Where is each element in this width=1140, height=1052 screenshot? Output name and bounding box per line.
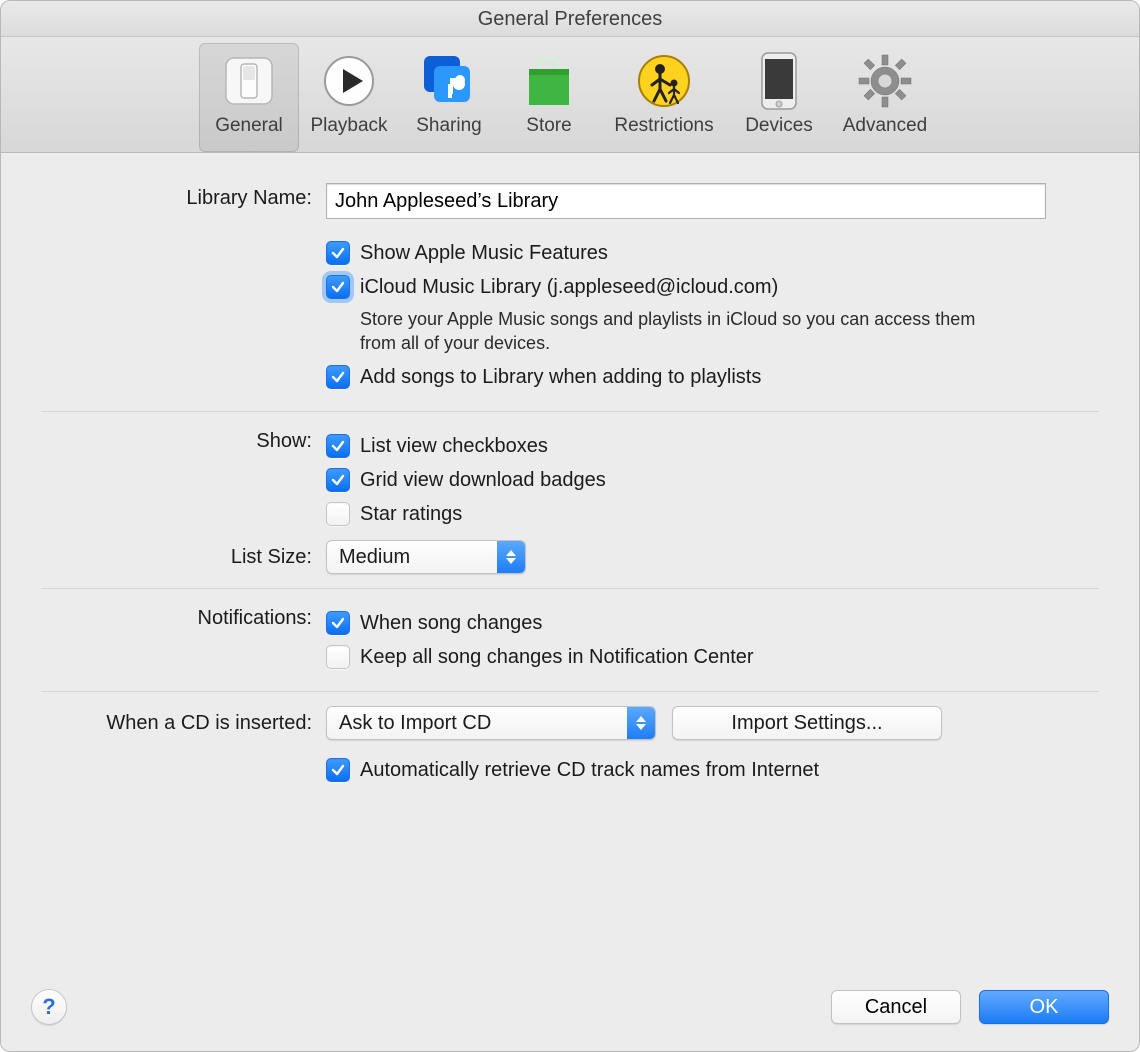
checkbox-icloud-library[interactable]	[326, 275, 350, 299]
checkbox-list-checkboxes-label: List view checkboxes	[360, 432, 548, 460]
checkbox-add-songs[interactable]	[326, 365, 350, 389]
checkbox-add-songs-label: Add songs to Library when adding to play…	[360, 363, 761, 391]
footer: ? Cancel OK	[1, 969, 1139, 1051]
sharing-icon	[417, 49, 481, 113]
tab-sharing[interactable]: Sharing	[399, 43, 499, 152]
devices-icon	[747, 49, 811, 113]
list-size-select[interactable]: Medium	[326, 540, 526, 574]
tab-general-label: General	[215, 115, 283, 137]
checkbox-apple-music[interactable]	[326, 241, 350, 265]
play-icon	[317, 49, 381, 113]
tab-store[interactable]: Store	[499, 43, 599, 152]
tab-devices[interactable]: Devices	[729, 43, 829, 152]
cd-action-select[interactable]: Ask to Import CD	[326, 706, 656, 740]
show-label: Show:	[41, 426, 326, 453]
icloud-description: Store your Apple Music songs and playlis…	[360, 307, 990, 355]
list-size-value: Medium	[327, 546, 497, 569]
import-settings-button[interactable]: Import Settings...	[672, 706, 942, 740]
help-button[interactable]: ?	[31, 989, 67, 1025]
preferences-window: General Preferences General Playback	[0, 0, 1140, 1052]
checkbox-list-checkboxes[interactable]	[326, 434, 350, 458]
tab-playback[interactable]: Playback	[299, 43, 399, 152]
checkbox-auto-cd-names-label: Automatically retrieve CD track names fr…	[360, 756, 819, 784]
tab-advanced[interactable]: Advanced	[829, 43, 941, 152]
checkbox-auto-cd-names[interactable]	[326, 758, 350, 782]
checkbox-song-changes[interactable]	[326, 611, 350, 635]
gear-icon	[853, 49, 917, 113]
general-icon	[217, 49, 281, 113]
list-size-label: List Size:	[41, 540, 326, 569]
checkbox-keep-notifications-label: Keep all song changes in Notification Ce…	[360, 643, 754, 671]
tab-playback-label: Playback	[310, 115, 387, 137]
cd-action-value: Ask to Import CD	[327, 712, 627, 735]
restrictions-icon	[632, 49, 696, 113]
checkbox-grid-badges-label: Grid view download badges	[360, 466, 606, 494]
notifications-label: Notifications:	[41, 603, 326, 630]
checkbox-star-ratings[interactable]	[326, 502, 350, 526]
checkbox-icloud-library-label: iCloud Music Library (j.appleseed@icloud…	[360, 273, 778, 301]
tab-restrictions-label: Restrictions	[614, 115, 713, 137]
library-name-input[interactable]	[326, 183, 1046, 219]
tab-sharing-label: Sharing	[416, 115, 482, 137]
divider	[41, 411, 1099, 412]
tab-store-label: Store	[526, 115, 571, 137]
divider	[41, 691, 1099, 692]
checkbox-grid-badges[interactable]	[326, 468, 350, 492]
tab-advanced-label: Advanced	[843, 115, 928, 137]
library-name-label: Library Name:	[41, 183, 326, 210]
ok-button[interactable]: OK	[979, 990, 1109, 1024]
stepper-icon	[497, 541, 525, 573]
tab-general[interactable]: General	[199, 43, 299, 152]
cancel-button[interactable]: Cancel	[831, 990, 961, 1024]
window-title: General Preferences	[1, 1, 1139, 37]
content-area: Library Name: Show Apple Music Features	[1, 153, 1139, 969]
checkbox-song-changes-label: When song changes	[360, 609, 542, 637]
tab-devices-label: Devices	[745, 115, 813, 137]
checkbox-star-ratings-label: Star ratings	[360, 500, 462, 528]
checkbox-apple-music-label: Show Apple Music Features	[360, 239, 608, 267]
tab-restrictions[interactable]: Restrictions	[599, 43, 729, 152]
store-icon	[517, 49, 581, 113]
toolbar: General Playback Sharing	[1, 37, 1139, 153]
checkbox-keep-notifications[interactable]	[326, 645, 350, 669]
divider	[41, 588, 1099, 589]
stepper-icon	[627, 707, 655, 739]
cd-inserted-label: When a CD is inserted:	[41, 706, 326, 735]
